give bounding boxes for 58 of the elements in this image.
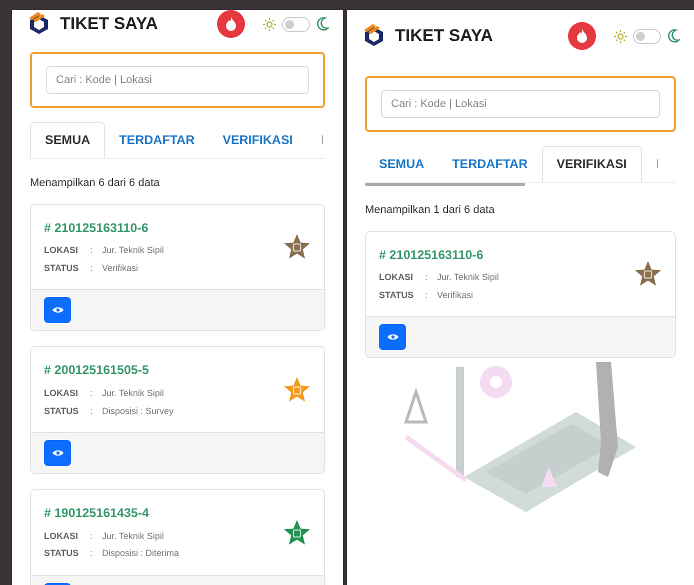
fire-icon xyxy=(225,17,237,31)
theme-toggle[interactable] xyxy=(282,16,310,32)
field-colon: : xyxy=(90,404,94,418)
tab[interactable]: VERIFIKASI xyxy=(208,122,307,158)
tab[interactable]: TERDAFTAR xyxy=(105,122,209,158)
field-colon: : xyxy=(90,547,94,560)
field-value: Jur. Teknik Sipil xyxy=(437,271,499,284)
ticket-code: # 190125161435-4 xyxy=(44,505,150,522)
field-colon: : xyxy=(425,288,429,302)
field-colon: : xyxy=(90,387,94,400)
search-field[interactable]: Cari : Kode | Lokasi xyxy=(46,66,309,94)
tab[interactable]: I xyxy=(642,146,674,182)
fire-button[interactable] xyxy=(568,22,596,50)
field-value: Disposisi : Survey xyxy=(102,404,174,418)
eye-icon xyxy=(52,449,64,457)
tab[interactable]: SEMUA xyxy=(365,146,438,182)
field-label: STATUS xyxy=(44,262,80,275)
theme-toggle[interactable] xyxy=(633,28,661,44)
field-value: Jur. Teknik Sipil xyxy=(102,387,164,400)
tab[interactable]: SEMUA xyxy=(30,122,106,158)
eye-icon xyxy=(386,333,398,342)
tab[interactable]: I xyxy=(306,122,338,158)
field-label: LOKASI xyxy=(44,387,80,400)
ticket-code: # 210125163110-6 xyxy=(379,246,484,264)
field-colon: : xyxy=(90,244,94,258)
field-label: STATUS xyxy=(44,547,80,560)
moon-icon xyxy=(667,29,680,43)
field-label: LOKASI xyxy=(44,244,80,258)
tab[interactable]: VERIFIKASI xyxy=(542,146,642,182)
field-colon: : xyxy=(90,530,94,543)
field-label: LOKASI xyxy=(44,530,80,543)
field-value: Disposisi : Diterima xyxy=(102,547,180,560)
view-button[interactable] xyxy=(44,440,71,466)
view-button[interactable] xyxy=(44,297,71,324)
field-label: LOKASI xyxy=(379,271,414,284)
field-label: STATUS xyxy=(44,404,80,418)
fire-icon xyxy=(576,29,588,43)
field-colon: : xyxy=(90,262,94,275)
moon-icon xyxy=(316,17,329,31)
result-summary: Menampilkan 1 dari 6 data xyxy=(365,203,496,218)
fire-button[interactable] xyxy=(217,10,245,38)
result-summary: Menampilkan 6 dari 6 data xyxy=(30,176,161,191)
tab[interactable]: TERDAFTAR xyxy=(438,146,542,182)
sun-icon xyxy=(614,30,627,42)
sun-icon xyxy=(263,18,276,30)
search-field[interactable]: Cari : Kode | Lokasi xyxy=(381,90,660,118)
ticket-code: # 210125163110-6 xyxy=(44,220,150,236)
page-title: TIKET SAYA xyxy=(60,13,158,36)
field-label: STATUS xyxy=(379,288,415,302)
view-button[interactable] xyxy=(379,324,406,350)
field-value: Verifikasi xyxy=(437,288,474,302)
field-colon: : xyxy=(425,271,429,284)
ticket-code: # 200125161505-5 xyxy=(44,362,150,380)
field-value: Verifikasi xyxy=(102,262,138,275)
eye-icon xyxy=(52,306,64,314)
field-value: Jur. Teknik Sipil xyxy=(102,244,164,258)
field-value: Jur. Teknik Sipil xyxy=(102,530,164,543)
page-title: TIKET SAYA xyxy=(395,25,493,48)
